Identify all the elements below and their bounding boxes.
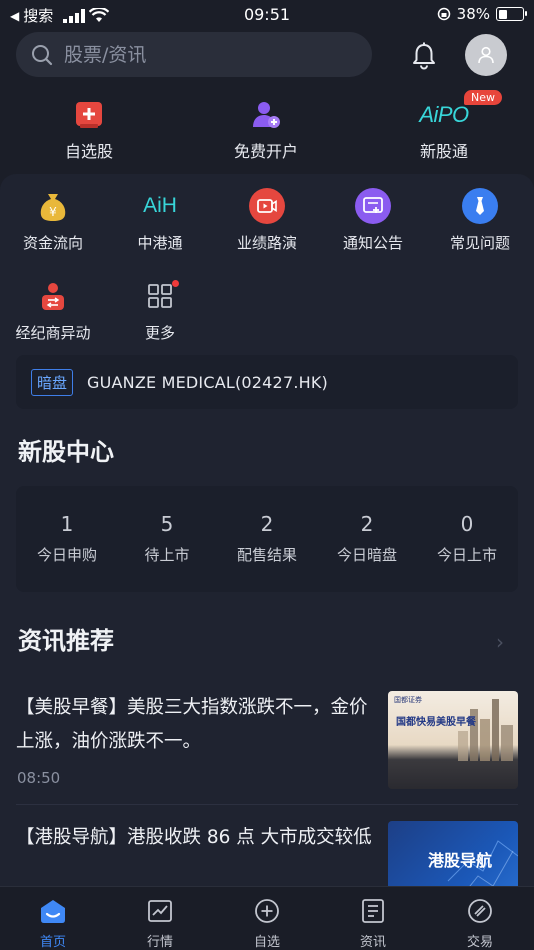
- capital-flow-label: 资金流向: [22, 234, 83, 252]
- market-chart-icon: [148, 900, 172, 922]
- add-user-icon: [253, 102, 280, 128]
- thumb-brand: 国都证券: [394, 696, 422, 704]
- battery-percent: 38%: [456, 5, 490, 23]
- ipo-stat-value: 0: [460, 512, 474, 536]
- news-title: 【美股早餐】美股三大指数涨跌不一，金价上涨，油价涨跌不一。: [16, 697, 368, 752]
- bottom-tab-bar: 首页 行情 自选 资讯 交易: [0, 886, 534, 950]
- open-account-button[interactable]: 免费开户: [206, 96, 326, 162]
- aipo-logo-icon: AiPO: [419, 102, 469, 127]
- ipo-stat-subscribe[interactable]: 1 今日申购: [17, 512, 117, 565]
- tab-market[interactable]: 行情: [120, 897, 200, 950]
- ipo-stat-value: 5: [160, 512, 174, 536]
- quick-actions: 自选股 免费开户 AiPO New 新股通: [0, 90, 534, 166]
- ipo-center-title: 新股中心: [18, 438, 114, 466]
- ipo-stat-value: 1: [60, 512, 74, 536]
- news-thumbnail: 国都证券 国都快易美股早餐: [388, 691, 518, 789]
- watchlist-add-icon: [76, 102, 102, 128]
- tab-home[interactable]: 首页: [13, 897, 93, 950]
- watchlist-button[interactable]: 自选股: [29, 96, 149, 162]
- tab-label: 首页: [39, 935, 66, 950]
- tab-label: 交易: [466, 935, 493, 950]
- tie-icon: [476, 197, 484, 215]
- notice-label: 通知公告: [342, 234, 403, 252]
- tab-trade[interactable]: 交易: [440, 897, 520, 950]
- home-icon: [41, 900, 65, 923]
- tab-label: 自选: [253, 935, 280, 950]
- divider: [16, 804, 518, 805]
- tab-label: 行情: [146, 935, 173, 950]
- more-label: 更多: [144, 324, 175, 342]
- more-button[interactable]: 更多: [110, 278, 210, 343]
- trade-icon: [468, 899, 492, 923]
- open-account-label: 免费开户: [233, 142, 298, 161]
- ipo-stat-value: 2: [260, 512, 274, 536]
- ipo-stat-listing[interactable]: 0 今日上市: [417, 512, 517, 565]
- user-icon: [478, 46, 494, 64]
- news-item[interactable]: 【美股早餐】美股三大指数涨跌不一，金价上涨，油价涨跌不一。 08:50 国都证券…: [16, 691, 518, 801]
- dark-pool-tag: 暗盘: [31, 368, 74, 396]
- ipo-stat-label: 今日上市: [436, 546, 497, 564]
- news-time: 08:50: [17, 769, 61, 787]
- notification-dot: [172, 280, 179, 287]
- broker-change-button[interactable]: 经纪商异动: [3, 278, 103, 343]
- ipo-stat-allotment[interactable]: 2 配售结果: [217, 512, 317, 565]
- thumb-caption: 国都快易美股早餐: [396, 717, 476, 728]
- roadshow-label: 业绩路演: [236, 234, 297, 252]
- money-bag-icon: ¥: [40, 194, 66, 221]
- ipo-stats: 1 今日申购 5 待上市 2 配售结果 2 今日暗盘 0 今日上市: [16, 486, 518, 592]
- tab-news[interactable]: 资讯: [333, 897, 413, 950]
- bell-icon[interactable]: [408, 40, 440, 72]
- status-bar: ◀ 搜索 09:51 38%: [0, 0, 534, 28]
- ipo-stat-label: 今日暗盘: [336, 546, 397, 564]
- new-ipo-label: 新股通: [419, 142, 468, 161]
- dark-pool-banner[interactable]: 暗盘 GUANZE MEDICAL(02427.HK): [16, 355, 518, 409]
- ipo-stat-label: 待上市: [144, 546, 190, 564]
- news-section-title: 资讯推荐: [18, 627, 114, 655]
- grid-icon: [148, 284, 172, 308]
- hk-connect-label: 中港通: [137, 234, 183, 252]
- document-icon: [362, 899, 384, 923]
- search-bar[interactable]: [16, 32, 372, 77]
- notice-button[interactable]: 通知公告: [323, 188, 423, 253]
- chevron-right-icon[interactable]: ›: [496, 630, 504, 654]
- search-icon: [32, 44, 53, 65]
- ipo-stat-label: 配售结果: [236, 546, 297, 564]
- main-panel: ¥ 资金流向 AiH 中港通 业绩路演 通知公告 常见问题 经纪商异动 更多 暗…: [0, 174, 534, 950]
- notice-icon: [363, 197, 383, 213]
- svg-text:¥: ¥: [49, 205, 57, 219]
- tab-label: 资讯: [359, 935, 386, 950]
- new-ipo-button[interactable]: AiPO New 新股通: [384, 90, 504, 162]
- tab-watchlist[interactable]: 自选: [227, 897, 307, 950]
- new-badge: New: [464, 90, 502, 105]
- battery-icon: [496, 7, 527, 21]
- ipo-stat-label: 今日申购: [36, 546, 97, 564]
- video-icon: [257, 199, 277, 213]
- news-title: 【港股导航】港股收跌 86 点 大市成交较低: [16, 827, 372, 848]
- thumb-caption: 港股导航: [428, 851, 493, 870]
- aih-logo-icon: AiH: [143, 194, 177, 217]
- hk-connect-button[interactable]: AiH 中港通: [110, 188, 210, 253]
- ipo-stat-dark-pool[interactable]: 2 今日暗盘: [317, 512, 417, 565]
- city-skyline-icon: [458, 699, 513, 761]
- broker-change-label: 经纪商异动: [15, 324, 91, 342]
- add-circle-icon: [255, 899, 279, 923]
- search-input[interactable]: [64, 43, 344, 66]
- watchlist-label: 自选股: [64, 142, 113, 161]
- avatar[interactable]: [465, 34, 507, 76]
- faq-label: 常见问题: [449, 234, 510, 252]
- faq-button[interactable]: 常见问题: [430, 188, 530, 253]
- roadshow-button[interactable]: 业绩路演: [217, 188, 317, 253]
- capital-flow-button[interactable]: ¥ 资金流向: [3, 188, 103, 253]
- dark-pool-text: GUANZE MEDICAL(02427.HK): [87, 372, 328, 392]
- ipo-stat-pending[interactable]: 5 待上市: [117, 512, 217, 565]
- broker-icon: [42, 283, 64, 310]
- ipo-stat-value: 2: [360, 512, 374, 536]
- rotation-lock-icon: [437, 7, 450, 21]
